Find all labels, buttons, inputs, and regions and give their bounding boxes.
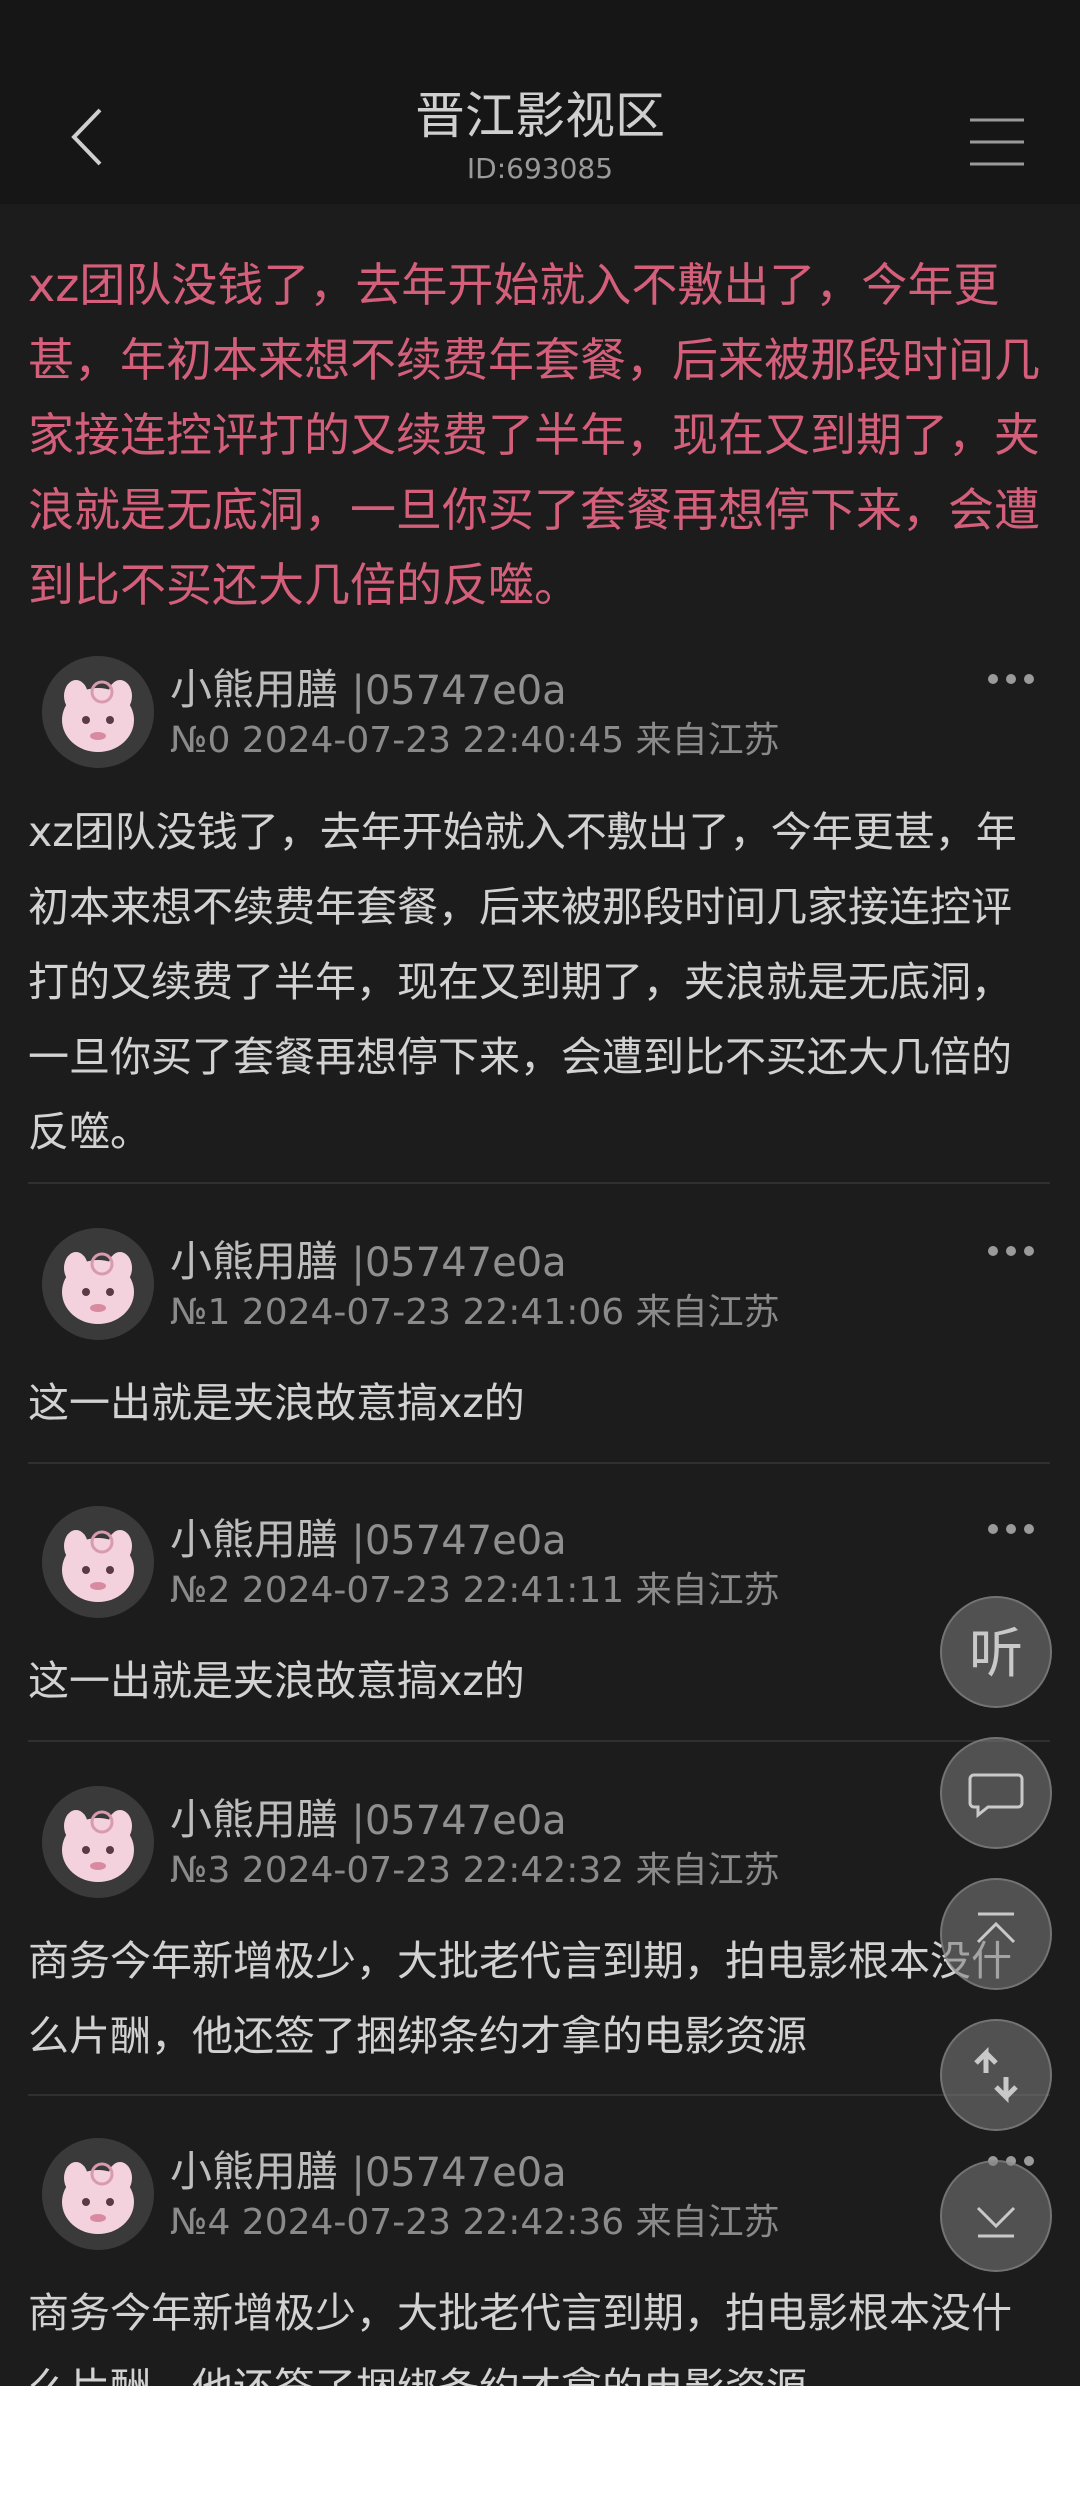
- avatar-pink-creature-icon: [42, 1786, 154, 1898]
- username-text: 小熊用膳: [170, 2147, 339, 2196]
- avatar[interactable]: [42, 1786, 154, 1898]
- user-id: |05747e0a: [351, 1240, 567, 1286]
- post-meta: №3 2024-07-23 22:42:32 来自江苏: [170, 1850, 780, 1891]
- username-text: 小熊用膳: [170, 1237, 339, 1286]
- avatar[interactable]: [42, 656, 154, 768]
- avatar[interactable]: [42, 1506, 154, 1618]
- username-text: 小熊用膳: [170, 1515, 339, 1564]
- username[interactable]: 小熊用膳 |05747e0a: [170, 1236, 567, 1289]
- username[interactable]: 小熊用膳 |05747e0a: [170, 1514, 567, 1567]
- more-options-icon[interactable]: [984, 664, 1038, 694]
- user-id: |05747e0a: [351, 2150, 567, 2196]
- post-meta: №0 2024-07-23 22:40:45 来自江苏: [170, 720, 780, 761]
- username[interactable]: 小熊用膳 |05747e0a: [170, 1794, 567, 1847]
- user-id: |05747e0a: [351, 1798, 567, 1844]
- avatar[interactable]: [42, 1228, 154, 1340]
- post-content: 这一出就是夹浪故意搞xz的: [28, 1657, 525, 1705]
- scroll-bottom-button[interactable]: [940, 2160, 1052, 2272]
- username[interactable]: 小熊用膳 |05747e0a: [170, 2146, 567, 2199]
- scroll-bottom-icon: [976, 2206, 1016, 2238]
- user-id: |05747e0a: [351, 668, 567, 714]
- menu-icon[interactable]: [962, 112, 1032, 172]
- page-title: 晋江影视区: [415, 87, 665, 145]
- divider: [28, 2094, 1050, 2096]
- listen-icon: 听: [969, 1622, 1023, 1685]
- post-content: 这一出就是夹浪故意搞xz的: [28, 1379, 525, 1427]
- username-text: 小熊用膳: [170, 1795, 339, 1844]
- post-meta: №1 2024-07-23 22:41:06 来自江苏: [170, 1292, 780, 1333]
- scroll-top-icon: [976, 1912, 1016, 1944]
- refresh-swap-button[interactable]: [940, 2019, 1052, 2131]
- post-content: 商务今年新增极少，大批老代言到期，拍电影根本没什么片酬，他还签了捆绑条约才拿的电…: [28, 1937, 1012, 2060]
- avatar[interactable]: [42, 2138, 154, 2250]
- avatar-pink-creature-icon: [42, 656, 154, 768]
- user-id: |05747e0a: [351, 1518, 567, 1564]
- board-id: ID:693085: [466, 152, 614, 185]
- post-meta: №4 2024-07-23 22:42:36 来自江苏: [170, 2202, 780, 2243]
- topic-title: xz团队没钱了，去年开始就入不敷出了，今年更甚，年初本来想不续费年套餐，后来被那…: [28, 258, 1040, 612]
- top-bar: 晋江影视区 ID:693085: [0, 72, 1080, 204]
- post-meta: №2 2024-07-23 22:41:11 来自江苏: [170, 1570, 780, 1611]
- scroll-top-button[interactable]: [940, 1878, 1052, 1990]
- refresh-swap-icon: [974, 2046, 1018, 2104]
- post-content: 商务今年新增极少，大批老代言到期，拍电影根本没什么片酬，他还签了捆绑条约才拿的电…: [28, 2289, 1012, 2386]
- comment-icon: [968, 1773, 1024, 1819]
- avatar-pink-creature-icon: [42, 1228, 154, 1340]
- divider: [28, 1462, 1050, 1464]
- avatar-pink-creature-icon: [42, 2138, 154, 2250]
- more-options-icon[interactable]: [984, 1236, 1038, 1266]
- comment-button[interactable]: [940, 1737, 1052, 1849]
- username[interactable]: 小熊用膳 |05747e0a: [170, 664, 567, 717]
- app-screen: 晋江影视区 ID:693085 xz团队没钱了，去年开始就入不敷出了，今年更甚，…: [0, 0, 1080, 2386]
- more-options-icon[interactable]: [984, 1514, 1038, 1544]
- avatar-pink-creature-icon: [42, 1506, 154, 1618]
- post-content: xz团队没钱了，去年开始就入不敷出了，今年更甚，年初本来想不续费年套餐，后来被那…: [28, 808, 1017, 1156]
- status-bar: [0, 0, 1080, 72]
- divider: [28, 1182, 1050, 1184]
- divider: [28, 1740, 1050, 1742]
- username-text: 小熊用膳: [170, 665, 339, 714]
- listen-button[interactable]: 听: [940, 1596, 1052, 1708]
